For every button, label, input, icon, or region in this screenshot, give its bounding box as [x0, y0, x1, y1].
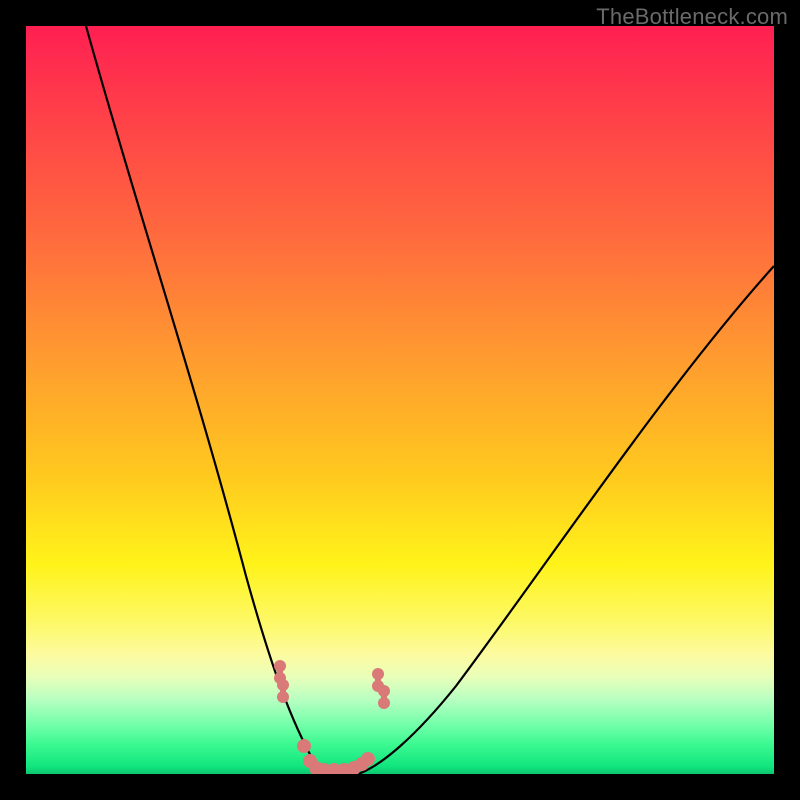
chart-svg: [26, 26, 774, 774]
scatter-point: [277, 679, 289, 703]
chart-frame: TheBottleneck.com: [0, 0, 800, 800]
watermark-text: TheBottleneck.com: [596, 4, 788, 30]
right-curve: [358, 266, 774, 774]
scatter-point: [378, 685, 390, 709]
scatter-point: [361, 752, 375, 766]
scatter-point: [297, 739, 311, 753]
left-curve: [86, 26, 321, 774]
chart-plot-area: [26, 26, 774, 774]
